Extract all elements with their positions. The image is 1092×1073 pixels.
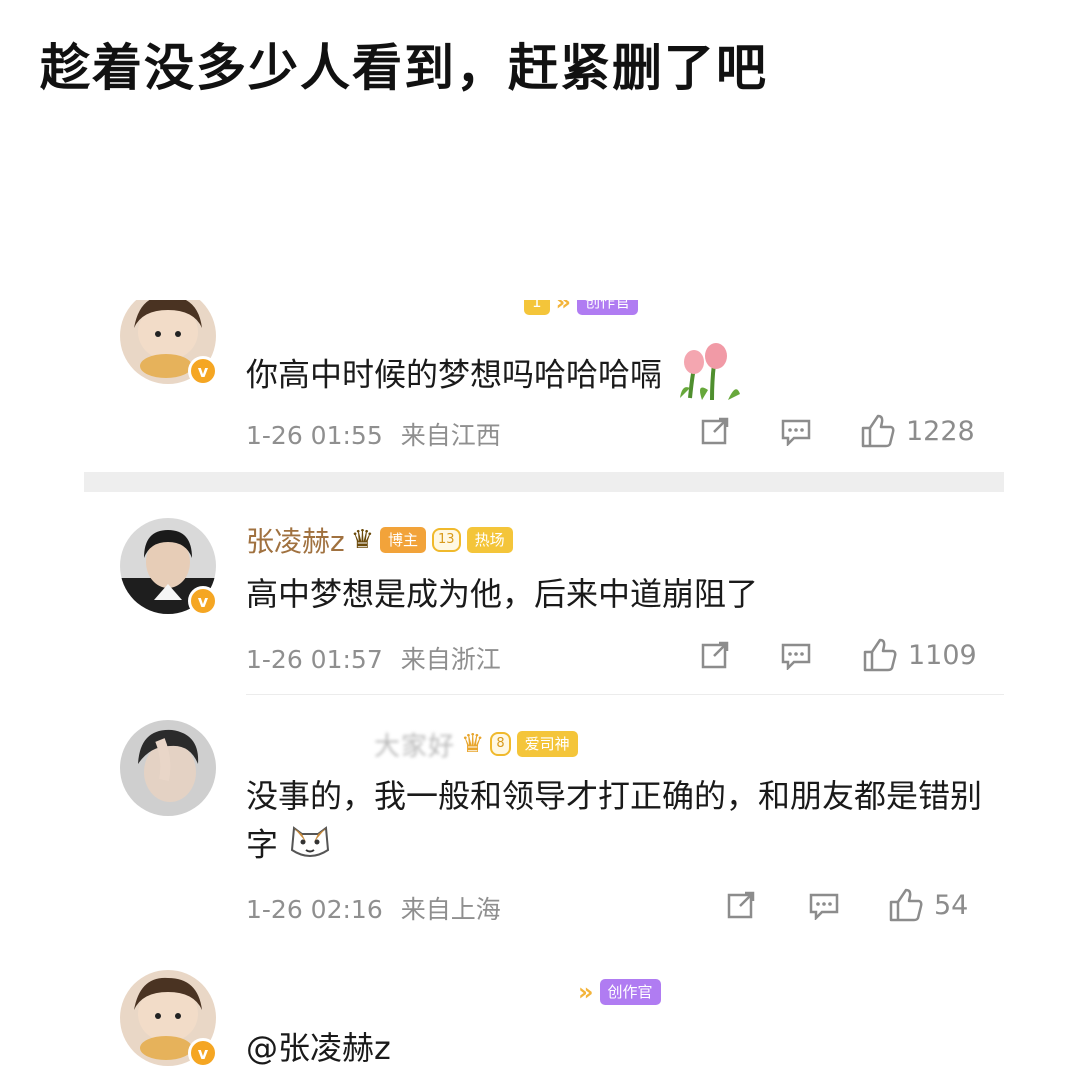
comment-text: @张凌赫z <box>246 1029 391 1067</box>
verified-v-icon: v <box>188 586 218 616</box>
like-count: 1109 <box>908 639 977 671</box>
crown-icon: ♛ <box>350 525 375 555</box>
forward-icon[interactable] <box>726 890 756 927</box>
comment-3: 大家好 ♛ 8 爱司神 没事的，我一般和领导才打正确的，和朋友都是错别字 1-2… <box>84 696 1004 936</box>
comment-time: 1-26 02:16 <box>246 895 383 924</box>
comment-2: v 张凌赫z ♛ 博主 13 热场 高中梦想是成为他，后来中道崩阻了 1-26 … <box>84 492 1004 692</box>
comment-location: 来自上海 <box>400 895 501 924</box>
author-badge: 博主 <box>380 527 427 553</box>
like-count: 54 <box>934 889 969 921</box>
comment-icon[interactable] <box>780 418 812 453</box>
forward-icon[interactable] <box>700 640 730 677</box>
comment-icon[interactable] <box>780 642 812 677</box>
comment-text: 高中梦想是成为他，后来中道崩阻了 <box>246 575 759 613</box>
name-row: 大家好 ♛ 8 爱司神 <box>374 724 578 764</box>
cat-face-emoji-icon <box>288 820 332 873</box>
comment-text-content: 你高中时候的梦想吗哈哈哈嗝 <box>246 355 663 394</box>
comment-1: v 1 » 创作官 你高中时候的梦想吗哈哈哈嗝 1-26 01:55 来自江西 … <box>84 300 1004 472</box>
like-count: 1228 <box>906 415 975 447</box>
comment-text-content: 没事的，我一般和领导才打正确的，和朋友都是错别字 <box>246 777 983 864</box>
comment-location: 来自浙江 <box>400 645 501 674</box>
username-blurred[interactable]: 大家好 <box>374 726 455 763</box>
creator-badge: 创作官 <box>599 979 661 1005</box>
headline: 趁着没多少人看到，赶紧删了吧 <box>40 39 768 97</box>
name-row: 1 » 创作官 <box>524 300 639 322</box>
comment-meta: 1-26 01:55 来自江西 <box>246 416 501 452</box>
fan-badge: 热场 <box>466 527 513 553</box>
like-button[interactable]: 1228 <box>860 414 975 448</box>
thumbs-up-icon <box>863 638 897 672</box>
comment-4: v » 创作官 @张凌赫z <box>84 960 1004 1073</box>
like-button[interactable]: 1109 <box>862 638 977 672</box>
username[interactable]: 张凌赫z <box>246 520 345 560</box>
comment-time: 1-26 01:55 <box>246 421 383 450</box>
comment-text: 没事的，我一般和领导才打正确的，和朋友都是错别字 <box>246 772 986 873</box>
verified-v-icon: v <box>188 356 218 386</box>
fan-badge: 爱司神 <box>516 731 578 757</box>
name-row: » 创作官 <box>578 972 661 1012</box>
comment-text: 你高中时候的梦想吗哈哈哈嗝 <box>246 338 986 415</box>
thumbs-up-icon <box>861 414 895 448</box>
comment-icon[interactable] <box>808 892 840 927</box>
level-badge: 13 <box>432 528 461 552</box>
chevron-badge-icon: » <box>555 300 572 316</box>
like-button[interactable]: 54 <box>888 888 968 922</box>
level-badge: 1 <box>524 300 550 315</box>
avatar[interactable] <box>120 720 216 816</box>
name-row: 张凌赫z ♛ 博主 13 热场 <box>246 520 513 560</box>
thumbs-up-icon <box>889 888 923 922</box>
comment-meta: 1-26 02:16 来自上海 <box>246 890 501 926</box>
creator-badge: 创作官 <box>577 300 639 315</box>
comment-location: 来自江西 <box>400 421 501 450</box>
forward-icon[interactable] <box>700 416 730 453</box>
verified-v-icon: v <box>188 1038 218 1068</box>
level-badge: 8 <box>490 732 511 756</box>
comment-panel: v 1 » 创作官 你高中时候的梦想吗哈哈哈嗝 1-26 01:55 来自江西 … <box>84 300 1004 1073</box>
comment-time: 1-26 01:57 <box>246 645 383 674</box>
chevron-badge-icon: » <box>578 978 594 1006</box>
section-separator <box>84 472 1004 492</box>
divider <box>246 694 1004 695</box>
crown-icon: ♛ <box>461 729 485 759</box>
comment-meta: 1-26 01:57 来自浙江 <box>246 640 501 676</box>
tulip-emoji-icon <box>672 338 748 415</box>
